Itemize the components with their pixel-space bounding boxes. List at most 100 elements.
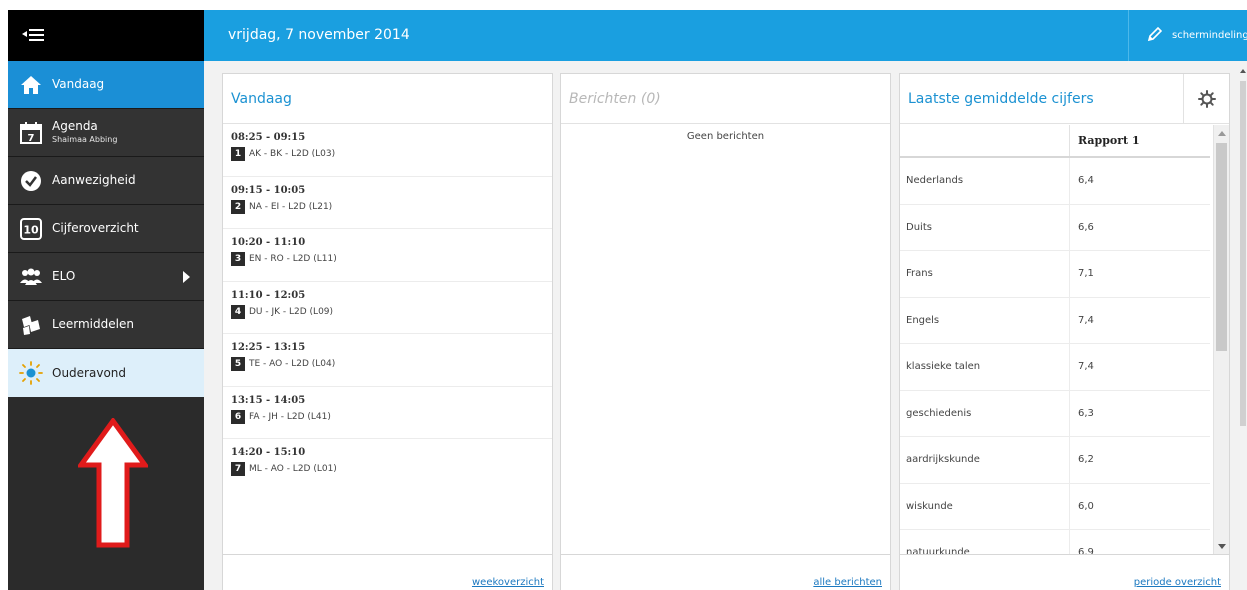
sidebar-item-label: Cijferoverzicht	[52, 221, 139, 235]
lesson-item[interactable]: 14:20 - 15:10 7 ML - AO - L2D (L01)	[223, 439, 552, 492]
svg-text:10: 10	[23, 223, 39, 236]
lesson-item[interactable]: 13:15 - 14:05 6 FA - JH - L2D (L41)	[223, 387, 552, 439]
lesson-time: 10:20 - 11:10	[231, 237, 306, 248]
grade-ten-icon: 10	[18, 216, 44, 242]
panel-header: Berichten (0)	[561, 74, 890, 124]
subject-cell: Nederlands	[900, 158, 1070, 204]
vandaag-panel: Vandaag 08:25 - 09:15 1 AK - BK - L2D (L0…	[222, 73, 553, 590]
subject-cell: Duits	[900, 204, 1070, 250]
lesson-description: EN - RO - L2D (L11)	[249, 254, 337, 264]
panel-header: Laatste gemiddelde cijfers	[900, 74, 1229, 124]
lesson-time: 11:10 - 12:05	[231, 289, 306, 301]
alle-berichten-link[interactable]: alle berichten	[813, 577, 882, 588]
lesson-item[interactable]: 08:25 - 09:15 1 AK - BK - L2D (L03)	[223, 124, 552, 177]
lesson-list: 08:25 - 09:15 1 AK - BK - L2D (L03) 09:15…	[223, 124, 552, 492]
lesson-item[interactable]: 10:20 - 11:10 3 EN - RO - L2D (L11)	[223, 229, 552, 282]
rapport-column-header: Rapport 1	[1078, 134, 1140, 147]
check-circle-icon	[18, 168, 44, 194]
current-date: vrijdag, 7 november 2014	[228, 27, 410, 43]
lesson-item[interactable]: 09:15 - 10:05 2 NA - EI - L2D (L21)	[223, 177, 552, 229]
sidebar-item-aanwezigheid[interactable]: Aanwezigheid	[8, 157, 204, 205]
scroll-up-icon[interactable]	[1218, 131, 1226, 136]
screen-layout-label: schermindeling	[1172, 29, 1247, 41]
calendar-icon: 7	[18, 120, 44, 146]
books-icon	[18, 312, 44, 338]
sidebar-item-elo[interactable]: ELO	[8, 253, 204, 301]
expand-arrow-icon[interactable]	[183, 271, 190, 283]
periode-overzicht-link[interactable]: periode overzicht	[1134, 577, 1221, 588]
table-row[interactable]: klassieke talen 7,4	[900, 344, 1210, 391]
sidebar-item-leermiddelen[interactable]: Leermiddelen	[8, 301, 204, 349]
subject-cell: geschiedenis	[900, 390, 1070, 436]
subject-cell: aardrijkskunde	[900, 437, 1070, 483]
main-content: Vandaag 08:25 - 09:15 1 AK - BK - L2D (L0…	[204, 61, 1247, 590]
sidebar-item-vandaag[interactable]: Vandaag	[8, 61, 204, 109]
menu-collapse-icon[interactable]	[22, 26, 44, 44]
scroll-down-icon[interactable]	[1218, 544, 1226, 549]
scrollbar-thumb[interactable]	[1216, 143, 1227, 351]
weekoverzicht-link[interactable]: weekoverzicht	[472, 577, 544, 588]
scroll-up-icon[interactable]	[1240, 69, 1246, 73]
grade-cell: 7,4	[1078, 314, 1094, 326]
settings-button[interactable]	[1183, 74, 1229, 124]
subject-cell: Frans	[900, 251, 1070, 297]
grade-cell: 6,0	[1078, 500, 1094, 512]
panel-footer: alle berichten	[561, 554, 890, 590]
panel-title: Berichten (0)	[569, 91, 661, 107]
sidebar-item-ouderavond[interactable]: Ouderavond	[8, 349, 204, 397]
lesson-number: 5	[231, 357, 245, 371]
group-icon	[18, 264, 44, 290]
lesson-number: 6	[231, 409, 245, 424]
lesson-time: 09:15 - 10:05	[231, 184, 306, 196]
page-scrollbar[interactable]	[1239, 61, 1247, 441]
grade-cell: 6,4	[1078, 175, 1094, 187]
panel-title: Laatste gemiddelde cijfers	[908, 91, 1094, 107]
subject-cell: klassieke talen	[900, 344, 1070, 390]
agenda-student-name: Shaimaa Abbing	[52, 134, 118, 144]
berichten-panel: Berichten (0) Geen berichten alle berich…	[560, 73, 891, 590]
sidebar: Vandaag 7 Agenda Shaimaa Abbing Aanwezig…	[8, 10, 204, 590]
cijfers-panel: Laatste gemiddelde cijfers Rapport 1 Ned…	[899, 73, 1230, 590]
table-row[interactable]: wiskunde 6,0	[900, 483, 1210, 530]
home-icon	[18, 72, 44, 98]
lesson-description: TE - AO - L2D (L04)	[249, 359, 336, 369]
table-row[interactable]: aardrijkskunde 6,2	[900, 437, 1210, 484]
grades-scrollbar[interactable]	[1213, 125, 1229, 555]
table-row[interactable]: Duits 6,6	[900, 204, 1210, 251]
lesson-item[interactable]: 11:10 - 12:05 4 DU - JK - L2D (L09)	[223, 282, 552, 334]
lesson-item[interactable]: 12:25 - 13:15 5 TE - AO - L2D (L04)	[223, 334, 552, 387]
scrollbar-thumb[interactable]	[1240, 81, 1246, 426]
panel-footer: periode overzicht	[900, 554, 1229, 590]
pencil-icon	[1147, 27, 1162, 42]
lesson-description: AK - BK - L2D (L03)	[249, 149, 336, 159]
grade-cell: 6,3	[1078, 407, 1094, 419]
table-header: Rapport 1	[900, 125, 1210, 158]
subject-column-header	[900, 125, 1070, 156]
subject-cell: Engels	[900, 297, 1070, 343]
lesson-time: 13:15 - 14:05	[231, 394, 306, 406]
lesson-description: NA - EI - L2D (L21)	[249, 201, 333, 212]
gear-icon	[1197, 90, 1216, 108]
table-row[interactable]: Frans 7,1	[900, 251, 1210, 298]
empty-messages-text: Geen berichten	[686, 131, 765, 142]
lesson-number: 7	[231, 462, 245, 476]
table-row[interactable]: geschiedenis 6,3	[900, 390, 1210, 437]
table-row[interactable]: Nederlands 6,4	[900, 158, 1210, 205]
sidebar-item-label: ELO	[52, 269, 76, 283]
lesson-description: FA - JH - L2D (L41)	[249, 411, 331, 422]
grades-table: Rapport 1 Nederlands 6,4 Duits 6,6 Frans 7,…	[900, 125, 1210, 577]
divider	[1128, 10, 1129, 61]
screen-layout-button[interactable]: schermindeling	[1146, 27, 1247, 43]
sidebar-header	[8, 10, 204, 61]
lesson-time: 14:20 - 15:10	[231, 447, 306, 458]
sidebar-item-cijferoverzicht[interactable]: 10 Cijferoverzicht	[8, 205, 204, 253]
grade-cell: 7,1	[1078, 268, 1094, 280]
lightbulb-icon	[18, 360, 44, 386]
sidebar-item-agenda[interactable]: 7 Agenda Shaimaa Abbing	[8, 109, 204, 157]
table-row[interactable]: Engels 7,4	[900, 297, 1210, 344]
grade-cell: 6,2	[1078, 454, 1094, 466]
lesson-number: 1	[231, 147, 245, 161]
grade-cell: 6,6	[1078, 221, 1094, 233]
annotation-arrow-icon	[78, 418, 148, 548]
lesson-number: 3	[231, 252, 245, 266]
